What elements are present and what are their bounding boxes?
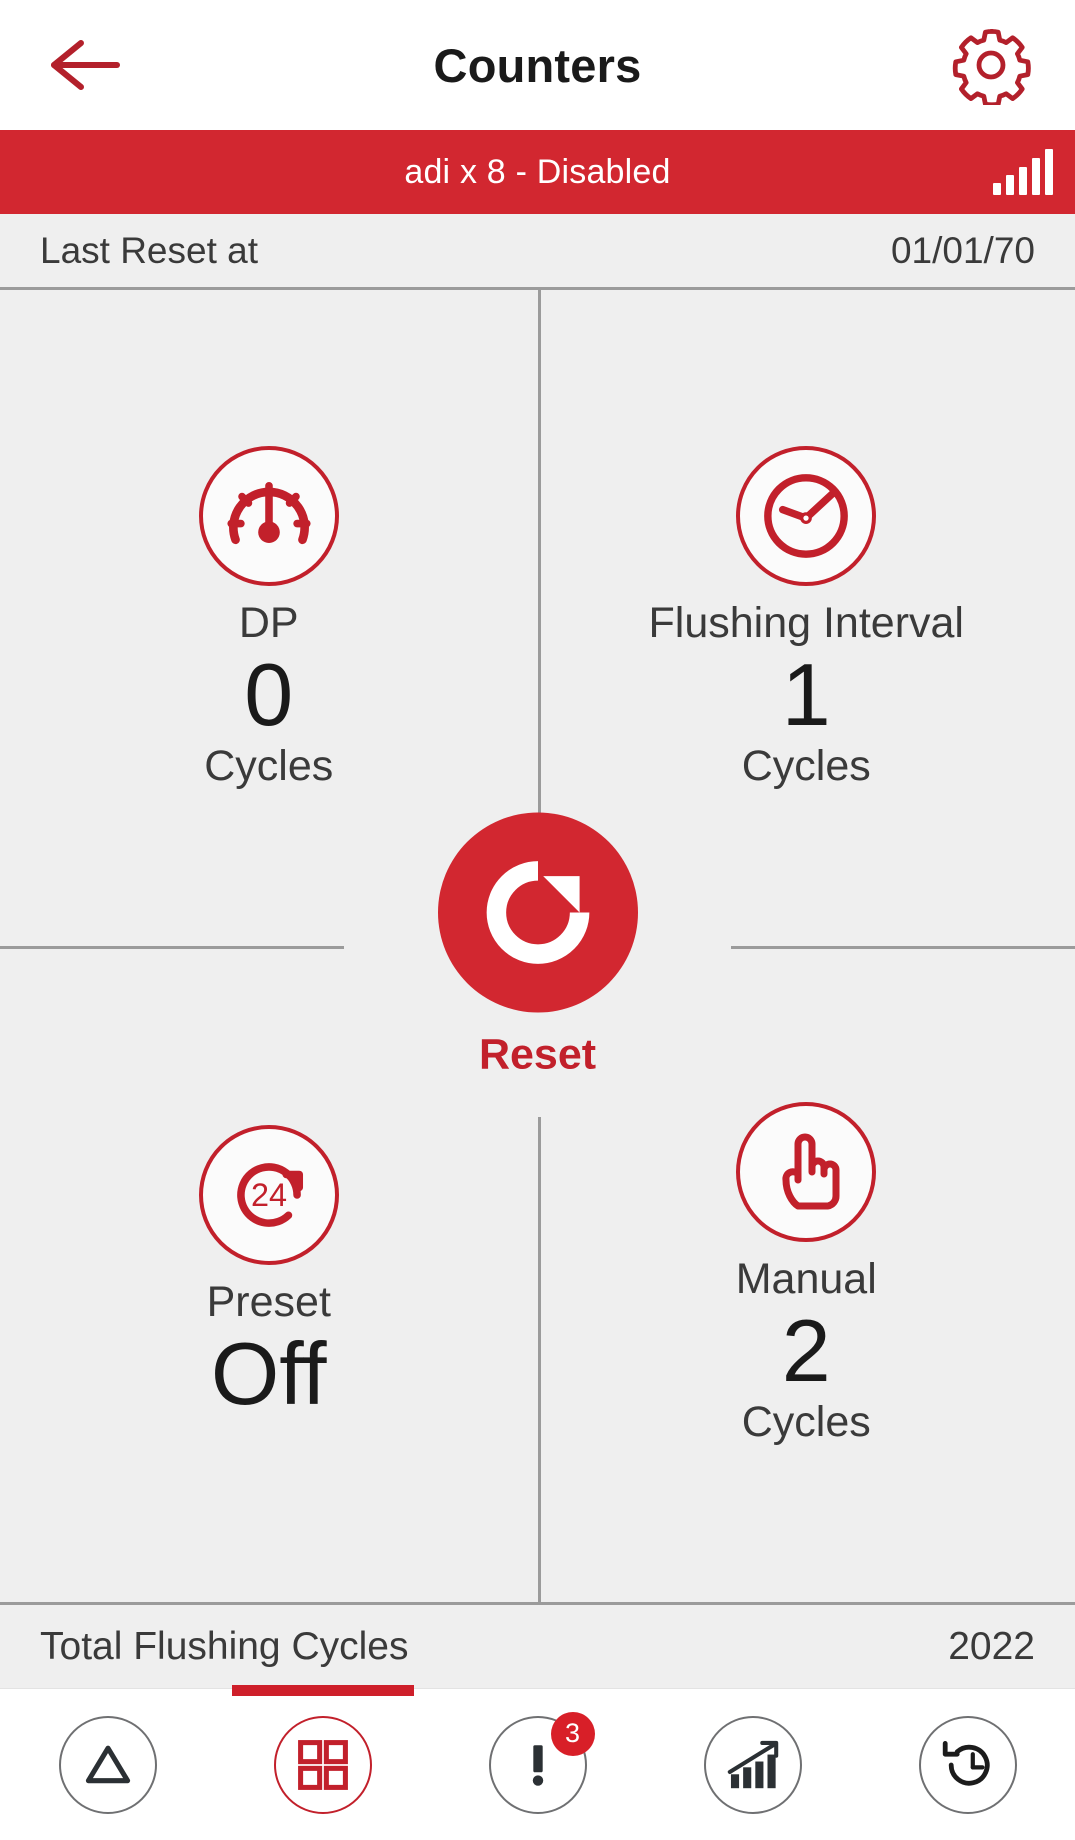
- divider-horizontal-left: [0, 946, 344, 949]
- counters-grid-area: DP 0 Cycles Flushing Interval 1 Cycles 2…: [0, 290, 1075, 1602]
- nav-circle: 3: [488, 1711, 595, 1814]
- divider-horizontal-right: [731, 946, 1075, 949]
- counter-label: Flushing Interval: [648, 598, 965, 647]
- pressure-gauge-icon: [227, 481, 311, 544]
- counter-value: 0: [244, 644, 294, 744]
- refresh-icon: [486, 861, 589, 964]
- clock-icon-wrap: [736, 445, 877, 586]
- total-value: 2022: [948, 1624, 1035, 1668]
- gear-icon: [952, 29, 1031, 105]
- preset-24-icon: 24: [236, 1163, 303, 1228]
- hand-pointer-icon-wrap: [736, 1101, 877, 1242]
- counter-unit: Cycles: [741, 742, 871, 791]
- active-tab-indicator: [231, 1685, 414, 1696]
- counter-label: Preset: [206, 1278, 331, 1327]
- signal-bars-icon: [993, 149, 1053, 195]
- counter-value: Off: [210, 1324, 327, 1424]
- arrow-left-icon: [51, 40, 120, 90]
- nav-item-alerts[interactable]: 3: [430, 1689, 645, 1840]
- settings-button[interactable]: [949, 23, 1033, 107]
- counter-value: 1: [781, 644, 831, 744]
- back-button[interactable]: [42, 23, 126, 107]
- hand-pointer-icon: [782, 1133, 840, 1209]
- nav-circle: [918, 1715, 1017, 1814]
- nav-circle: [58, 1715, 157, 1814]
- total-label: Total Flushing Cycles: [40, 1624, 409, 1668]
- last-reset-value: 01/01/70: [890, 229, 1035, 271]
- counters-screen: Counters adi x 8 - Disabled Last Reset a…: [0, 0, 1075, 1840]
- device-status-banner[interactable]: adi x 8 - Disabled: [0, 130, 1075, 214]
- triangle-alert-icon: [85, 1745, 130, 1783]
- svg-text:24: 24: [251, 1177, 287, 1213]
- bar-chart-trend-icon: [727, 1740, 778, 1788]
- page-title: Counters: [433, 38, 642, 92]
- total-flushing-cycles-row: Total Flushing Cycles 2022: [0, 1602, 1075, 1688]
- counter-unit: Cycles: [741, 1398, 871, 1447]
- reset-button[interactable]: [437, 812, 638, 1013]
- nav-item-alarms[interactable]: [0, 1689, 215, 1840]
- nav-item-history[interactable]: [860, 1689, 1075, 1840]
- grid-dashboard-icon: [297, 1739, 348, 1790]
- history-clock-icon: [942, 1740, 990, 1786]
- pressure-gauge-icon-wrap: [198, 445, 339, 586]
- last-reset-label: Last Reset at: [40, 229, 259, 271]
- nav-circle: [703, 1715, 802, 1814]
- reset-control: Reset: [437, 812, 638, 1080]
- divider-vertical-bottom: [537, 1116, 541, 1602]
- app-header: Counters: [0, 0, 1075, 130]
- counter-label: Manual: [735, 1254, 877, 1303]
- nav-item-dashboard[interactable]: [215, 1685, 430, 1840]
- last-reset-row: Last Reset at 01/01/70: [0, 214, 1075, 290]
- preset-24-icon-wrap: 24: [198, 1125, 339, 1266]
- bottom-navigation: 3: [0, 1685, 1075, 1840]
- clock-icon: [764, 473, 849, 558]
- reset-label: Reset: [478, 1030, 597, 1079]
- device-status-text: adi x 8 - Disabled: [404, 152, 671, 191]
- alerts-badge: 3: [550, 1711, 595, 1756]
- counter-value: 2: [781, 1300, 831, 1400]
- counter-unit: Cycles: [204, 742, 334, 791]
- nav-circle: [273, 1715, 372, 1814]
- nav-item-statistics[interactable]: [645, 1689, 860, 1840]
- counter-label: DP: [238, 598, 299, 647]
